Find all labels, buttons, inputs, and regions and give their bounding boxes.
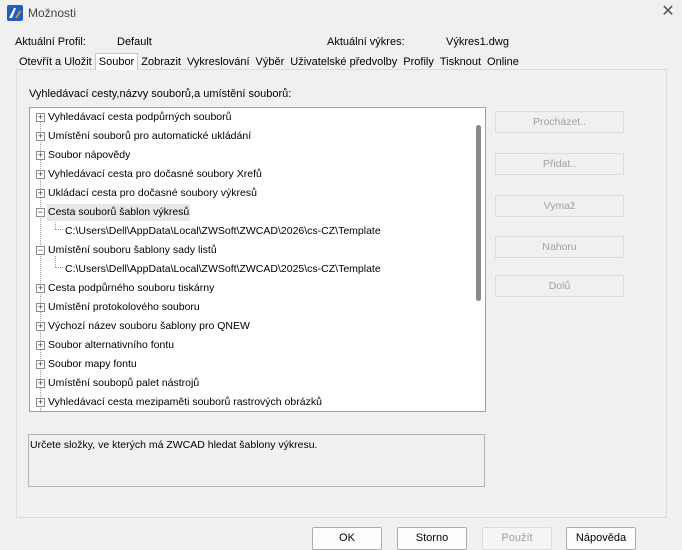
tab-profiles[interactable]: Profily (400, 54, 437, 70)
tree-item-label: Umístění souboru šablony sady listů (48, 244, 217, 256)
tree-item-label: Umístění souborů pro automatické ukládán… (48, 130, 252, 142)
tab-display[interactable]: Zobrazit (138, 54, 184, 70)
tree-item-label: Výchozí název souboru šablony pro QNEW (48, 320, 250, 332)
ok-button[interactable]: OK (312, 527, 382, 550)
window-title: Možnosti (28, 6, 77, 20)
search-paths-tree[interactable]: + Vyhledávací cesta podpůrných souborů +… (29, 107, 486, 412)
search-paths-label: Vyhledávací cesty,názvy souborů,a umístě… (29, 88, 292, 100)
tree-connector (55, 229, 63, 230)
tree-item-label: Ukládací cesta pro dočasné soubory výkre… (48, 187, 257, 199)
current-drawing-value: Výkres1.dwg (446, 36, 509, 48)
expand-icon[interactable]: + (36, 322, 45, 331)
tree-item-label: Soubor mapy fontu (48, 358, 137, 370)
move-down-button[interactable]: Dolů (495, 275, 624, 297)
tree-item-label: Vyhledávací cesta podpůrných souborů (48, 111, 232, 123)
tab-user-preferences[interactable]: Uživatelské předvolby (287, 54, 400, 70)
expand-icon[interactable]: + (36, 189, 45, 198)
collapse-icon[interactable]: − (36, 246, 45, 255)
close-icon[interactable]: ✕ (658, 3, 678, 23)
tab-selection[interactable]: Výběr (253, 54, 288, 70)
tree-item-label: Umístění protokolového souboru (48, 301, 200, 313)
expand-icon[interactable]: + (36, 341, 45, 350)
options-tabs: Otevřít a Uložit Soubor Zobrazit Vykresl… (16, 53, 522, 70)
remove-button[interactable]: Vymaž (495, 195, 624, 217)
title-bar: Možnosti ✕ (0, 0, 682, 26)
expand-icon[interactable]: + (36, 284, 45, 293)
apply-button[interactable]: Použít (482, 527, 552, 550)
expand-icon[interactable]: + (36, 170, 45, 179)
help-button[interactable]: Nápověda (566, 527, 636, 550)
move-up-button[interactable]: Nahoru (495, 236, 624, 258)
add-button[interactable]: Přidat.. (495, 153, 624, 175)
tab-online[interactable]: Online (484, 54, 522, 70)
expand-icon[interactable]: + (36, 360, 45, 369)
tree-item-label: Soubor nápovědy (48, 149, 131, 161)
tab-open-save[interactable]: Otevřít a Uložit (16, 54, 95, 70)
current-drawing-label: Aktuální výkres: (327, 36, 405, 48)
tree-item-label: Vyhledávací cesta pro dočasné soubory Xr… (48, 168, 262, 180)
tree-item-path-value: C:\Users\Dell\AppData\Local\ZWSoft\ZWCAD… (65, 225, 381, 237)
tree-item-path-value: C:\Users\Dell\AppData\Local\ZWSoft\ZWCAD… (65, 263, 381, 275)
expand-icon[interactable]: + (36, 398, 45, 407)
tab-drafting[interactable]: Vykreslování (184, 54, 253, 70)
tree-item-label: Soubor alternativního fontu (48, 339, 175, 351)
expand-icon[interactable]: + (36, 379, 45, 388)
description-text: Určete složky, ve kterých má ZWCAD hleda… (30, 439, 318, 451)
tree-item-label: Umístění soubopů palet nástrojů (48, 377, 200, 389)
tree-item-label: Vyhledávací cesta mezipaměti souborů ras… (48, 396, 322, 408)
description-box: Určete složky, ve kterých má ZWCAD hleda… (28, 434, 485, 487)
tree-scrollbar[interactable] (472, 108, 485, 411)
current-profile-label: Aktuální Profil: (15, 36, 86, 48)
browse-button[interactable]: Procházet.. (495, 111, 624, 133)
collapse-icon[interactable]: − (36, 208, 45, 217)
expand-icon[interactable]: + (36, 151, 45, 160)
current-profile-value: Default (117, 36, 152, 48)
scrollbar-thumb[interactable] (476, 125, 481, 301)
tree-item-label: Cesta podpůrného souboru tiskárny (48, 282, 215, 294)
zwcad-app-icon (7, 5, 23, 21)
tab-files[interactable]: Soubor (94, 53, 139, 70)
expand-icon[interactable]: + (36, 132, 45, 141)
tree-connector (55, 267, 63, 268)
tab-print[interactable]: Tisknout (437, 54, 484, 70)
expand-icon[interactable]: + (36, 113, 45, 122)
tree-item-label: Cesta souborů šablon výkresů (47, 204, 191, 221)
expand-icon[interactable]: + (36, 303, 45, 312)
cancel-button[interactable]: Storno (397, 527, 467, 550)
